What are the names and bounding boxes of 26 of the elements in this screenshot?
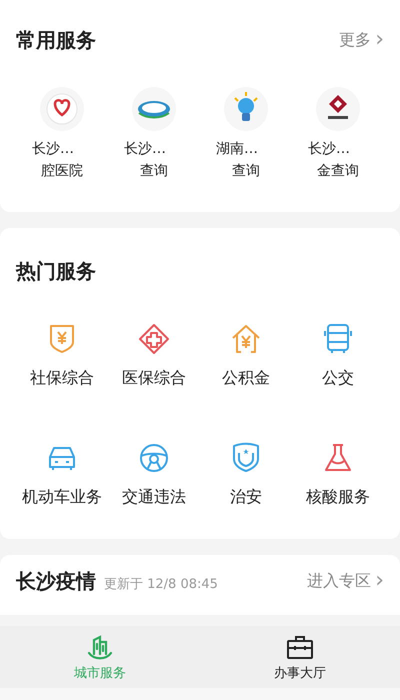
service-name[interactable]: 腔医院 bbox=[41, 160, 83, 182]
service-name[interactable]: 机动车业务 bbox=[22, 484, 102, 509]
service-name[interactable]: 长沙… bbox=[308, 138, 350, 160]
service-name[interactable]: 核酸服务 bbox=[298, 484, 378, 509]
section-title: 热门服务 bbox=[16, 258, 96, 284]
section-title: 长沙疫情 bbox=[16, 568, 96, 594]
more-link[interactable]: 更多 bbox=[339, 30, 372, 50]
zone-link[interactable]: 进入专区 bbox=[307, 570, 372, 592]
section-title: 常用服务 bbox=[16, 26, 96, 54]
service-name[interactable]: 公积金 bbox=[206, 365, 286, 390]
service-name[interactable]: 社保综合 bbox=[22, 365, 102, 390]
chevron-icon: › bbox=[375, 570, 384, 592]
service-name[interactable]: 医保综合 bbox=[114, 365, 194, 390]
service-name[interactable]: 查询 bbox=[232, 160, 260, 182]
service-name[interactable]: 湖南… bbox=[216, 138, 258, 160]
tab[interactable]: 办事大厅 bbox=[200, 626, 400, 688]
service-name[interactable]: 长沙… bbox=[32, 138, 74, 160]
service-name[interactable]: 交通违法 bbox=[114, 484, 194, 509]
chevron-icon: › bbox=[375, 29, 384, 51]
service-name[interactable]: 查询 bbox=[140, 160, 168, 182]
service-name[interactable]: 公交 bbox=[298, 365, 378, 390]
update-time: 更新于 12/8 08:45 bbox=[104, 576, 218, 592]
service-name[interactable]: 金查询 bbox=[317, 160, 359, 182]
service-name[interactable]: 治安 bbox=[206, 484, 286, 509]
lightbulb-logo-icon bbox=[223, 86, 269, 132]
service-name[interactable]: 长沙… bbox=[124, 138, 166, 160]
